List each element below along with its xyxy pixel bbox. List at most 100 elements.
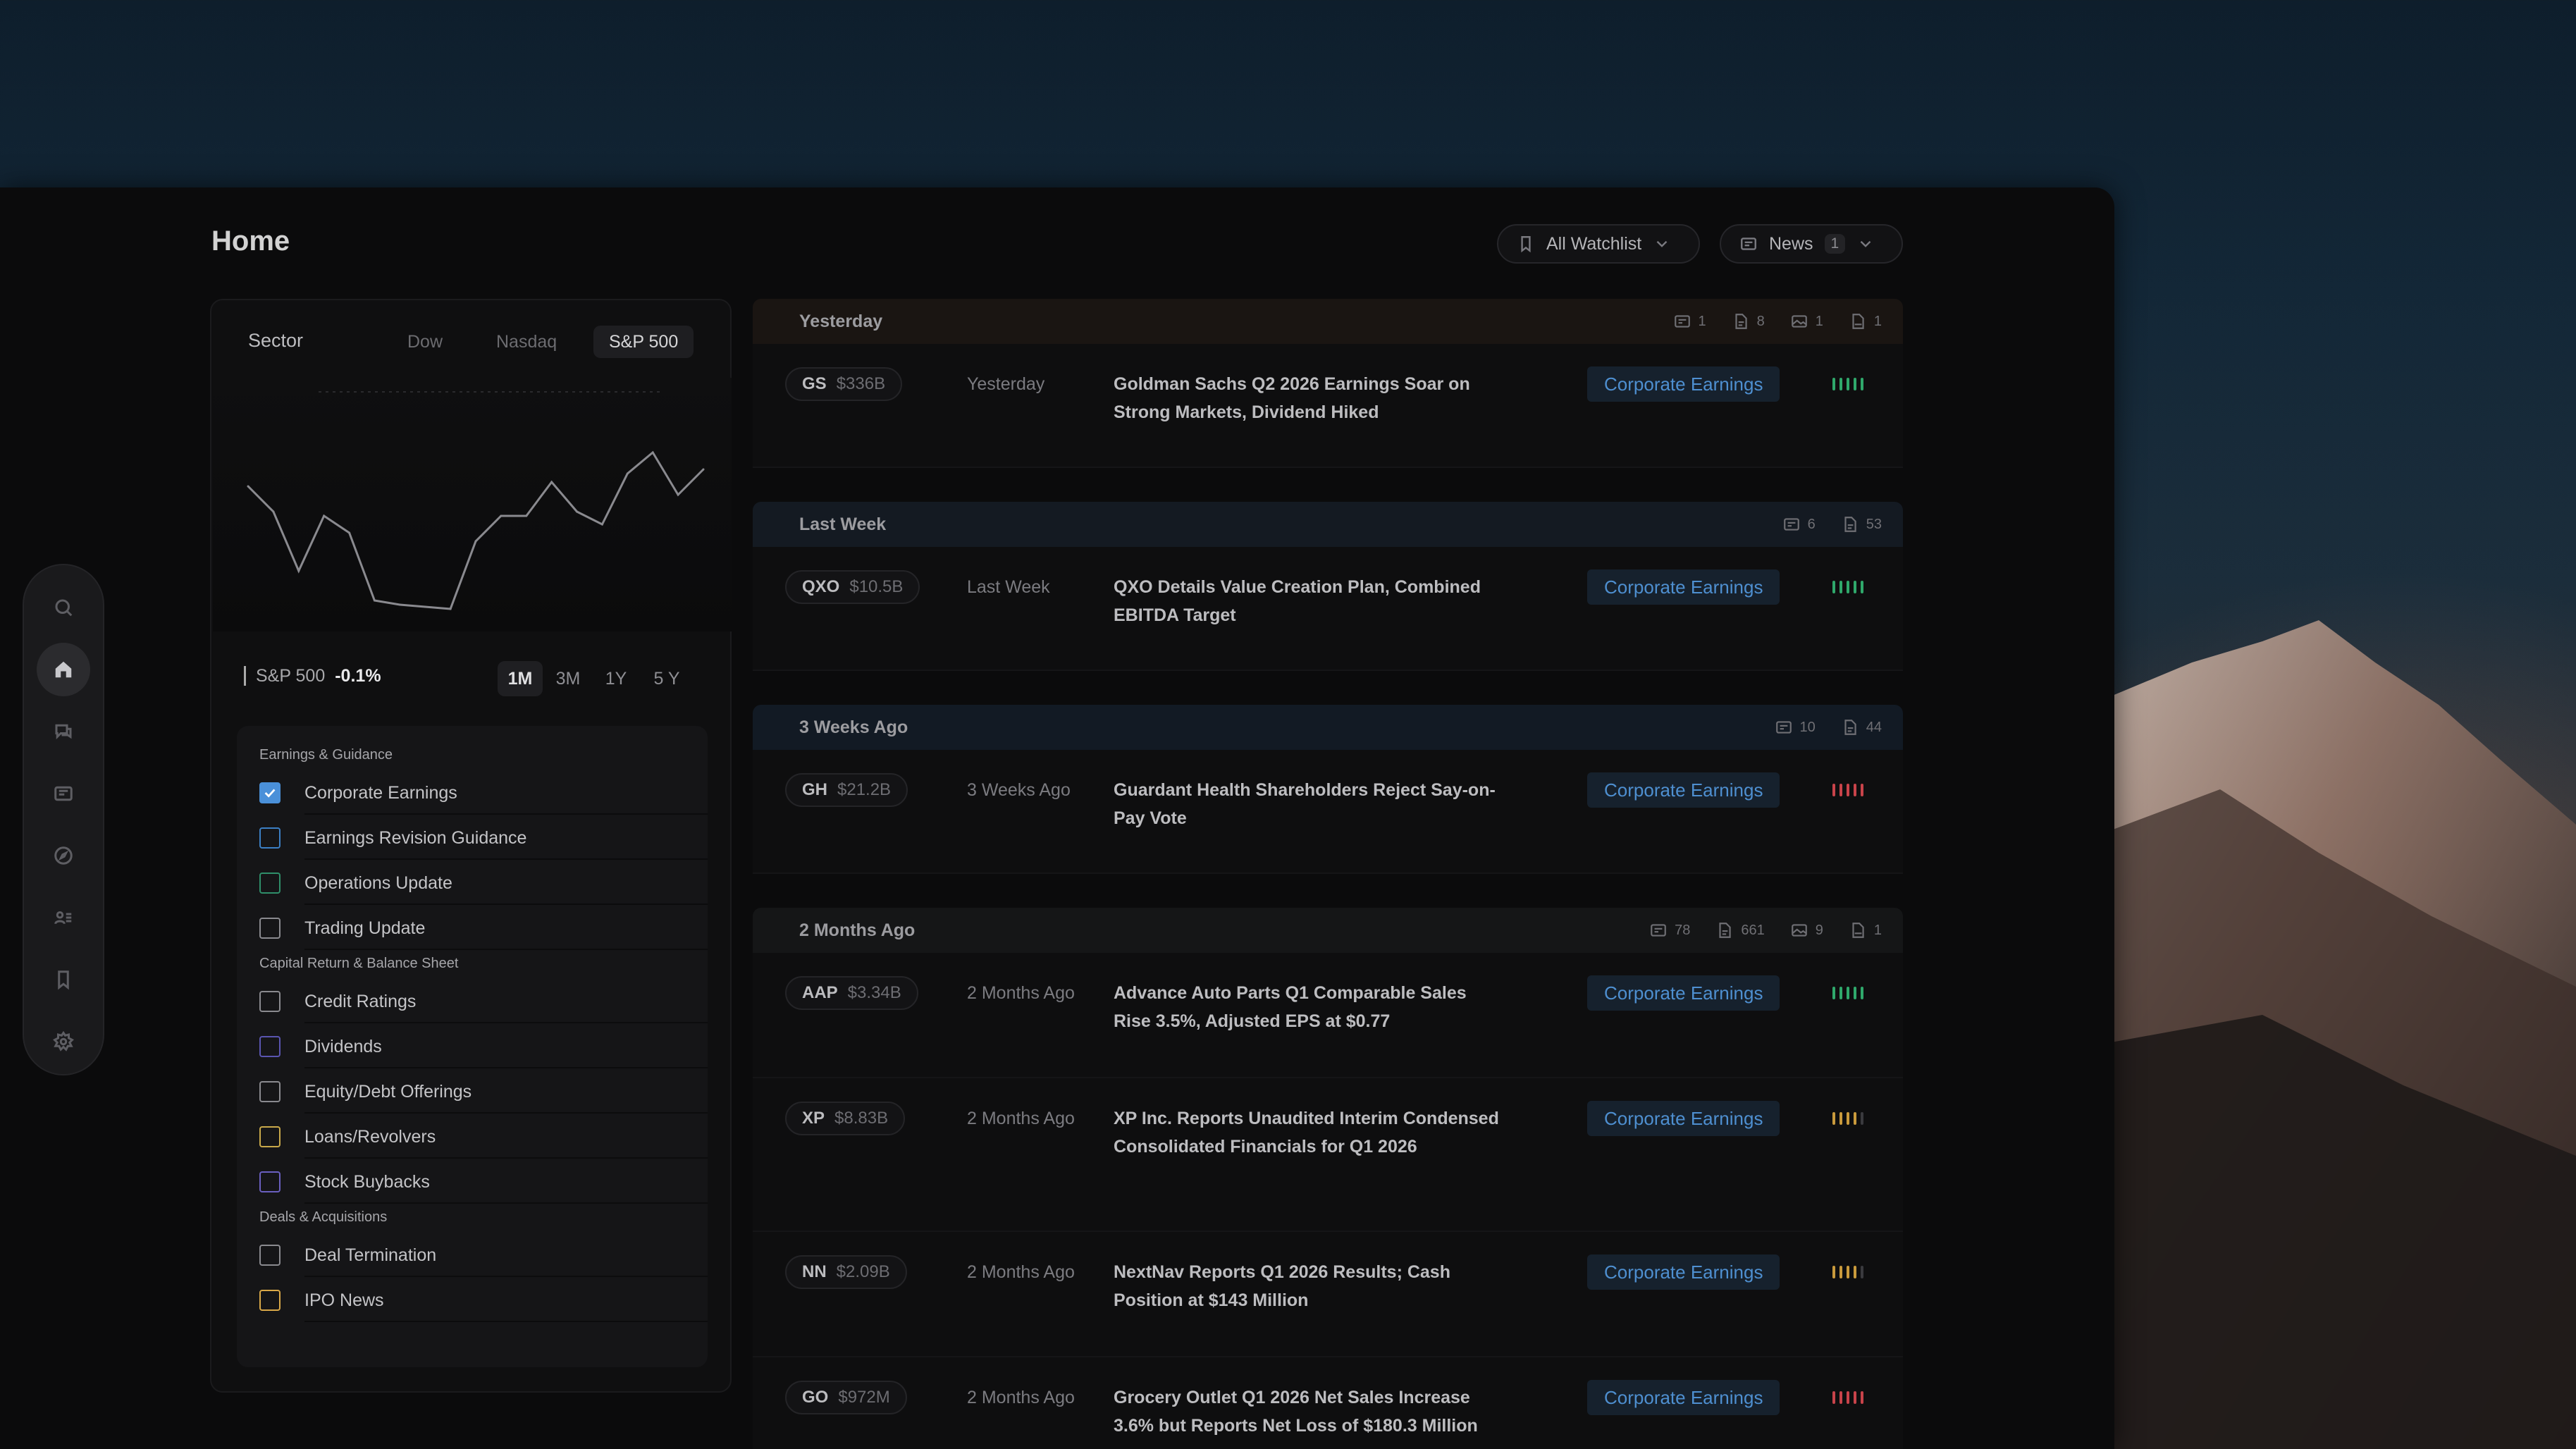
news-row[interactable]: AAP $3.34B 2 Months Ago Advance Auto Par…	[753, 953, 1903, 1078]
filter-item[interactable]: Earnings Revision Guidance	[259, 816, 708, 860]
filter-item[interactable]: Dividends	[259, 1025, 708, 1068]
source-count[interactable]: 1	[1673, 312, 1706, 331]
checkbox[interactable]	[259, 1171, 281, 1192]
source-count[interactable]: 661	[1715, 921, 1765, 939]
sentiment-bar	[1861, 987, 1863, 999]
ticker-pill[interactable]: XP $8.83B	[785, 1102, 906, 1135]
page-title: Home	[211, 226, 290, 257]
news-icon[interactable]	[37, 767, 90, 820]
filter-item[interactable]: Equity/Debt Offerings	[259, 1070, 708, 1114]
filter-item[interactable]: Credit Ratings	[259, 980, 708, 1023]
chat-icon[interactable]	[37, 705, 90, 758]
image-icon	[1791, 315, 1807, 328]
ticker-pill[interactable]: QXO $10.5B	[785, 570, 920, 604]
checkbox[interactable]	[259, 827, 281, 849]
range-1m[interactable]: 1M	[498, 661, 543, 696]
ticker-pill[interactable]: NN $2.09B	[785, 1255, 907, 1289]
news-row[interactable]: GS $336B Yesterday Goldman Sachs Q2 2026…	[753, 344, 1903, 468]
category-tag[interactable]: Corporate Earnings	[1587, 1380, 1780, 1415]
tab-dow[interactable]: Dow	[392, 326, 458, 358]
source-count[interactable]: 78	[1649, 921, 1690, 939]
sentiment-bar	[1861, 1391, 1863, 1404]
compass-icon[interactable]	[37, 829, 90, 882]
pdf-icon	[1852, 314, 1864, 329]
category-tag[interactable]: Corporate Earnings	[1587, 569, 1780, 605]
source-count-value: 44	[1866, 719, 1882, 735]
news-headline[interactable]: Goldman Sachs Q2 2026 Earnings Soar on S…	[1114, 370, 1508, 426]
source-count-value: 6	[1807, 516, 1816, 532]
source-count[interactable]: 53	[1841, 515, 1882, 534]
category-tag[interactable]: Corporate Earnings	[1587, 1254, 1780, 1290]
checkbox[interactable]	[259, 1126, 281, 1147]
filter-item[interactable]: Loans/Revolvers	[259, 1115, 708, 1159]
source-count[interactable]: 6	[1782, 515, 1816, 534]
news-row[interactable]: GH $21.2B 3 Weeks Ago Guardant Health Sh…	[753, 750, 1903, 874]
news-row[interactable]: NN $2.09B 2 Months Ago NextNav Reports Q…	[753, 1232, 1903, 1357]
news-headline[interactable]: Grocery Outlet Q1 2026 Net Sales Increas…	[1114, 1383, 1508, 1440]
users-list-icon[interactable]	[37, 891, 90, 944]
news-headline[interactable]: XP Inc. Reports Unaudited Interim Conden…	[1114, 1104, 1508, 1161]
source-count[interactable]: 9	[1790, 921, 1823, 939]
watchlist-dropdown[interactable]: All Watchlist	[1497, 224, 1700, 264]
date-group-label: Yesterday	[799, 311, 883, 331]
ticker-pill[interactable]: GO $972M	[785, 1381, 907, 1414]
search-icon[interactable]	[37, 581, 90, 634]
bookmark-icon[interactable]	[37, 953, 90, 1006]
chart-series-line	[247, 450, 705, 610]
source-count[interactable]: 1	[1790, 312, 1823, 331]
filter-item[interactable]: Stock Buybacks	[259, 1160, 708, 1204]
range-3m[interactable]: 3M	[546, 661, 591, 696]
checkbox[interactable]	[259, 1245, 281, 1266]
tab-nasdaq[interactable]: Nasdaq	[481, 326, 572, 358]
news-row[interactable]: XP $8.83B 2 Months Ago XP Inc. Reports U…	[753, 1078, 1903, 1232]
checkbox-checked[interactable]	[259, 782, 281, 803]
ticker-pill[interactable]: GS $336B	[785, 367, 903, 401]
range-5y[interactable]: 5 Y	[641, 661, 692, 696]
category-tag[interactable]: Corporate Earnings	[1587, 975, 1780, 1011]
newspaper-icon	[1775, 721, 1792, 734]
news-row[interactable]: GO $972M 2 Months Ago Grocery Outlet Q1 …	[753, 1357, 1903, 1449]
home-icon[interactable]	[37, 643, 90, 696]
filter-item[interactable]: Deal Termination	[259, 1233, 708, 1277]
filter-item[interactable]: Trading Update	[259, 906, 708, 950]
news-headline[interactable]: NextNav Reports Q1 2026 Results; Cash Po…	[1114, 1258, 1508, 1314]
document-icon	[1735, 314, 1747, 329]
sentiment-bar	[1847, 1266, 1849, 1278]
category-tag[interactable]: Corporate Earnings	[1587, 772, 1780, 808]
news-headline[interactable]: Guardant Health Shareholders Reject Say-…	[1114, 776, 1508, 832]
source-count[interactable]: 1	[1849, 921, 1882, 939]
source-count[interactable]: 8	[1732, 312, 1765, 331]
filter-item[interactable]: IPO News	[259, 1278, 708, 1322]
checkbox[interactable]	[259, 991, 281, 1012]
source-count-value: 53	[1866, 516, 1882, 532]
category-tag[interactable]: Corporate Earnings	[1587, 366, 1780, 402]
chart-point	[600, 523, 603, 526]
news-headline[interactable]: QXO Details Value Creation Plan, Combine…	[1114, 573, 1508, 629]
checkbox[interactable]	[259, 1081, 281, 1102]
news-row[interactable]: QXO $10.5B Last Week QXO Details Value C…	[753, 547, 1903, 671]
news-headline[interactable]: Advance Auto Parts Q1 Comparable Sales R…	[1114, 979, 1508, 1035]
checkbox[interactable]	[259, 918, 281, 939]
tab-sp500[interactable]: S&P 500	[593, 326, 694, 358]
date-group-header: Last Week 6 53	[753, 502, 1903, 547]
filter-item[interactable]: Operations Update	[259, 861, 708, 905]
date-group-label: 2 Months Ago	[799, 920, 916, 940]
sector-label: Sector	[248, 330, 304, 351]
checkbox[interactable]	[259, 1036, 281, 1057]
source-count[interactable]: 10	[1775, 718, 1816, 736]
ticker-pill[interactable]: AAP $3.34B	[785, 976, 918, 1010]
chevron-down-icon	[1656, 240, 1668, 247]
settings-icon[interactable]	[37, 1015, 90, 1068]
checkbox[interactable]	[259, 1290, 281, 1311]
filter-item[interactable]: Corporate Earnings	[259, 771, 708, 815]
ticker-pill[interactable]: GH $21.2B	[785, 773, 908, 807]
sentiment-bar	[1839, 1391, 1842, 1404]
source-count[interactable]: 44	[1841, 718, 1882, 736]
news-dropdown[interactable]: News 1	[1720, 224, 1903, 264]
range-1y[interactable]: 1Y	[593, 661, 639, 696]
checkbox[interactable]	[259, 873, 281, 894]
source-count[interactable]: 1	[1849, 312, 1882, 331]
category-tag[interactable]: Corporate Earnings	[1587, 1101, 1780, 1136]
market-cap: $972M	[838, 1388, 890, 1407]
sentiment-bar	[1839, 784, 1842, 796]
